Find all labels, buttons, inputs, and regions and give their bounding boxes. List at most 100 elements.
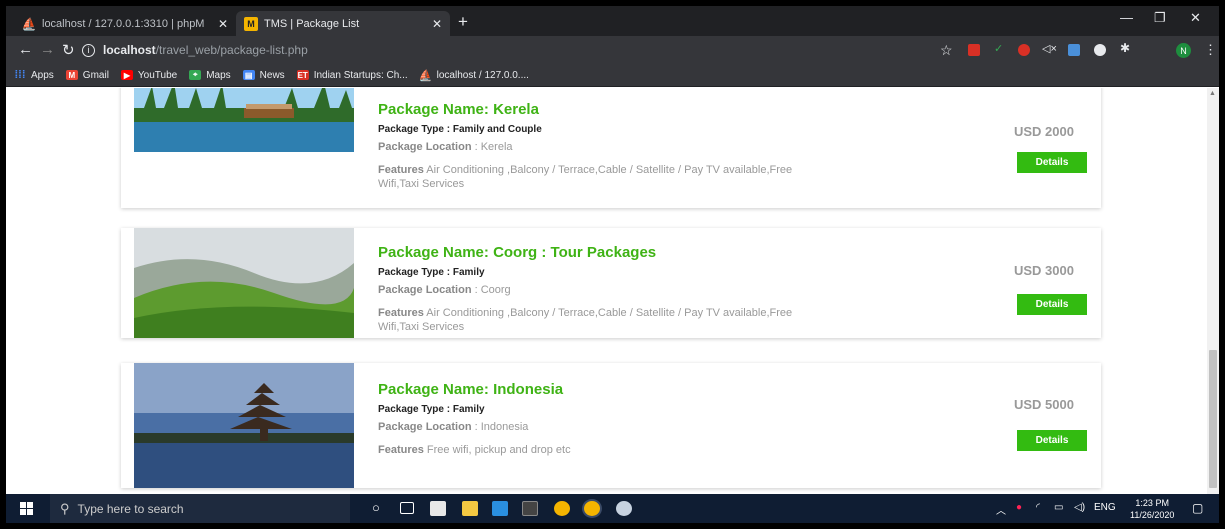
location-label: Package Location — [378, 421, 472, 433]
bookmark-label: Indian Startups: Ch... — [313, 69, 408, 81]
close-icon[interactable]: ✕ — [218, 17, 228, 31]
mute-tab-icon[interactable]: ◁× — [1042, 42, 1057, 55]
package-info: Package Name: Indonesia Package Type : F… — [378, 381, 808, 457]
youtube-icon: ▶ — [120, 70, 133, 80]
url-host: localhost — [103, 43, 156, 57]
package-features: Features Air Conditioning ,Balcony / Ter… — [378, 163, 808, 191]
chrome-active-icon[interactable] — [584, 501, 600, 516]
maps-icon: ⌖ — [189, 70, 202, 80]
windows-start-icon[interactable] — [20, 502, 34, 516]
back-arrow-icon[interactable]: ← — [18, 41, 33, 58]
page-viewport: Package Name: Kerela Package Type : Fami… — [6, 88, 1207, 494]
profile-avatar[interactable]: N — [1176, 43, 1191, 58]
bookmark-label: News — [259, 69, 285, 81]
search-icon: ⚲ — [60, 500, 70, 516]
bookmark-label: Maps — [206, 69, 231, 81]
language-indicator[interactable]: ENG — [1094, 502, 1116, 513]
package-name: Package Name: Coorg : Tour Packages — [378, 244, 657, 261]
new-tab-button[interactable]: + — [458, 12, 468, 32]
terminal-icon[interactable] — [522, 501, 538, 516]
gmail-icon: M — [65, 70, 78, 80]
bookmark-indian-startups[interactable]: ET Indian Startups: Ch... — [296, 69, 408, 81]
app-icon[interactable] — [616, 501, 632, 516]
location-value: : Coorg — [471, 284, 511, 296]
store-icon[interactable] — [430, 501, 446, 516]
apps-grid-icon: ⁞⁞⁞ — [14, 69, 26, 81]
tms-favicon-icon: M — [244, 16, 258, 31]
package-image-coorg — [134, 228, 354, 338]
volume-icon[interactable]: ◁) — [1074, 502, 1085, 513]
windows-taskbar: ⚲ Type here to search ○ ︿ ● ◜ ▭ ◁) ENG 1… — [6, 494, 1219, 523]
features-label: Features — [378, 164, 424, 176]
bookmark-label: YouTube — [137, 69, 178, 81]
bookmarks-bar: ⁞⁞⁞ Apps M Gmail ▶ YouTube ⌖ Maps ▤ News… — [6, 64, 1219, 87]
taskbar-search-box[interactable]: ⚲ Type here to search — [50, 494, 350, 523]
extension-blue-icon[interactable] — [1068, 44, 1080, 56]
extensions-puzzle-icon[interactable]: ✱ — [1120, 41, 1132, 55]
scrollbar-thumb[interactable] — [1209, 350, 1217, 488]
battery-icon[interactable]: ▭ — [1054, 502, 1063, 513]
bookmark-star-icon[interactable]: ☆ — [940, 42, 953, 59]
package-image-kerela — [134, 88, 354, 152]
bookmark-apps[interactable]: ⁞⁞⁞ Apps — [14, 69, 54, 81]
forward-arrow-icon[interactable]: → — [40, 41, 55, 58]
taskbar-clock[interactable]: 1:23 PM 11/26/2020 — [1130, 497, 1174, 521]
chrome-icon[interactable] — [554, 501, 570, 516]
extension-ublock-icon[interactable] — [1018, 44, 1030, 56]
extension-check-icon[interactable]: ✓ — [994, 42, 1006, 55]
restore-icon[interactable]: ❐ — [1154, 10, 1166, 26]
window-close-icon[interactable]: ✕ — [1190, 10, 1201, 26]
package-card: Package Name: Kerela Package Type : Fami… — [121, 88, 1101, 208]
bookmark-youtube[interactable]: ▶ YouTube — [120, 69, 178, 81]
tray-app-icon[interactable]: ● — [1016, 502, 1022, 513]
phpmyadmin-icon: ⛵ — [418, 69, 433, 82]
minimize-icon[interactable]: — — [1120, 10, 1133, 25]
details-button[interactable]: Details — [1017, 152, 1087, 173]
close-icon[interactable]: ✕ — [432, 17, 442, 31]
network-icon[interactable]: ◜ — [1036, 502, 1040, 513]
phpmyadmin-favicon-icon: ⛵ — [21, 16, 37, 31]
bookmark-gmail[interactable]: M Gmail — [65, 69, 109, 81]
package-price: USD 3000 — [1014, 263, 1074, 278]
bookmark-label: Gmail — [82, 69, 109, 81]
tab-phpmyadmin[interactable]: ⛵ localhost / 127.0.0.1:3310 | phpM ✕ — [14, 11, 236, 36]
details-button[interactable]: Details — [1017, 430, 1087, 451]
address-bar[interactable]: i localhost/travel_web/package-list.php — [82, 40, 982, 60]
package-info: Package Name: Coorg : Tour Packages Pack… — [378, 244, 808, 334]
package-price: USD 2000 — [1014, 124, 1074, 139]
search-placeholder: Type here to search — [77, 501, 184, 516]
scroll-up-arrow-icon[interactable]: ▲ — [1209, 90, 1216, 97]
extension-grey-icon[interactable] — [1094, 44, 1106, 56]
et-icon: ET — [296, 70, 309, 80]
package-price: USD 5000 — [1014, 397, 1074, 412]
features-value: Air Conditioning ,Balcony / Terrace,Cabl… — [378, 307, 793, 333]
cortana-icon[interactable]: ○ — [372, 500, 388, 515]
info-icon[interactable]: i — [82, 43, 95, 57]
task-view-icon[interactable] — [400, 502, 414, 514]
extension-red-icon[interactable] — [968, 44, 980, 56]
bookmark-news[interactable]: ▤ News — [242, 69, 285, 81]
bookmark-localhost[interactable]: ⛵ localhost / 127.0.0.... — [418, 69, 529, 82]
package-features: Features Free wifi, pickup and drop etc — [378, 443, 808, 457]
menu-kebab-icon[interactable]: ⋮ — [1204, 42, 1217, 58]
location-value: : Kerela — [471, 141, 513, 153]
package-type: Package Type : Family — [378, 267, 485, 278]
tab-package-list[interactable]: M TMS | Package List ✕ — [236, 11, 450, 36]
details-button[interactable]: Details — [1017, 294, 1087, 315]
page-scrollbar[interactable]: ▲ — [1207, 88, 1219, 494]
package-info: Package Name: Kerela Package Type : Fami… — [378, 101, 808, 191]
package-type: Package Type : Family — [378, 404, 485, 415]
package-card: Package Name: Indonesia Package Type : F… — [121, 363, 1101, 488]
screen: ⛵ localhost / 127.0.0.1:3310 | phpM ✕ M … — [6, 6, 1219, 523]
reload-icon[interactable]: ↻ — [62, 41, 75, 59]
features-value: Air Conditioning ,Balcony / Terrace,Cabl… — [378, 164, 793, 190]
package-image-indonesia — [134, 363, 354, 488]
notifications-icon[interactable]: ▢ — [1192, 501, 1203, 515]
package-location: Package Location : Indonesia — [378, 421, 808, 433]
bookmark-maps[interactable]: ⌖ Maps — [189, 69, 231, 81]
file-explorer-icon[interactable] — [462, 501, 478, 516]
tray-chevron-icon[interactable]: ︿ — [996, 502, 1006, 517]
tab-title: TMS | Package List — [264, 17, 360, 30]
vscode-icon[interactable] — [492, 501, 508, 516]
package-location: Package Location : Coorg — [378, 284, 808, 296]
